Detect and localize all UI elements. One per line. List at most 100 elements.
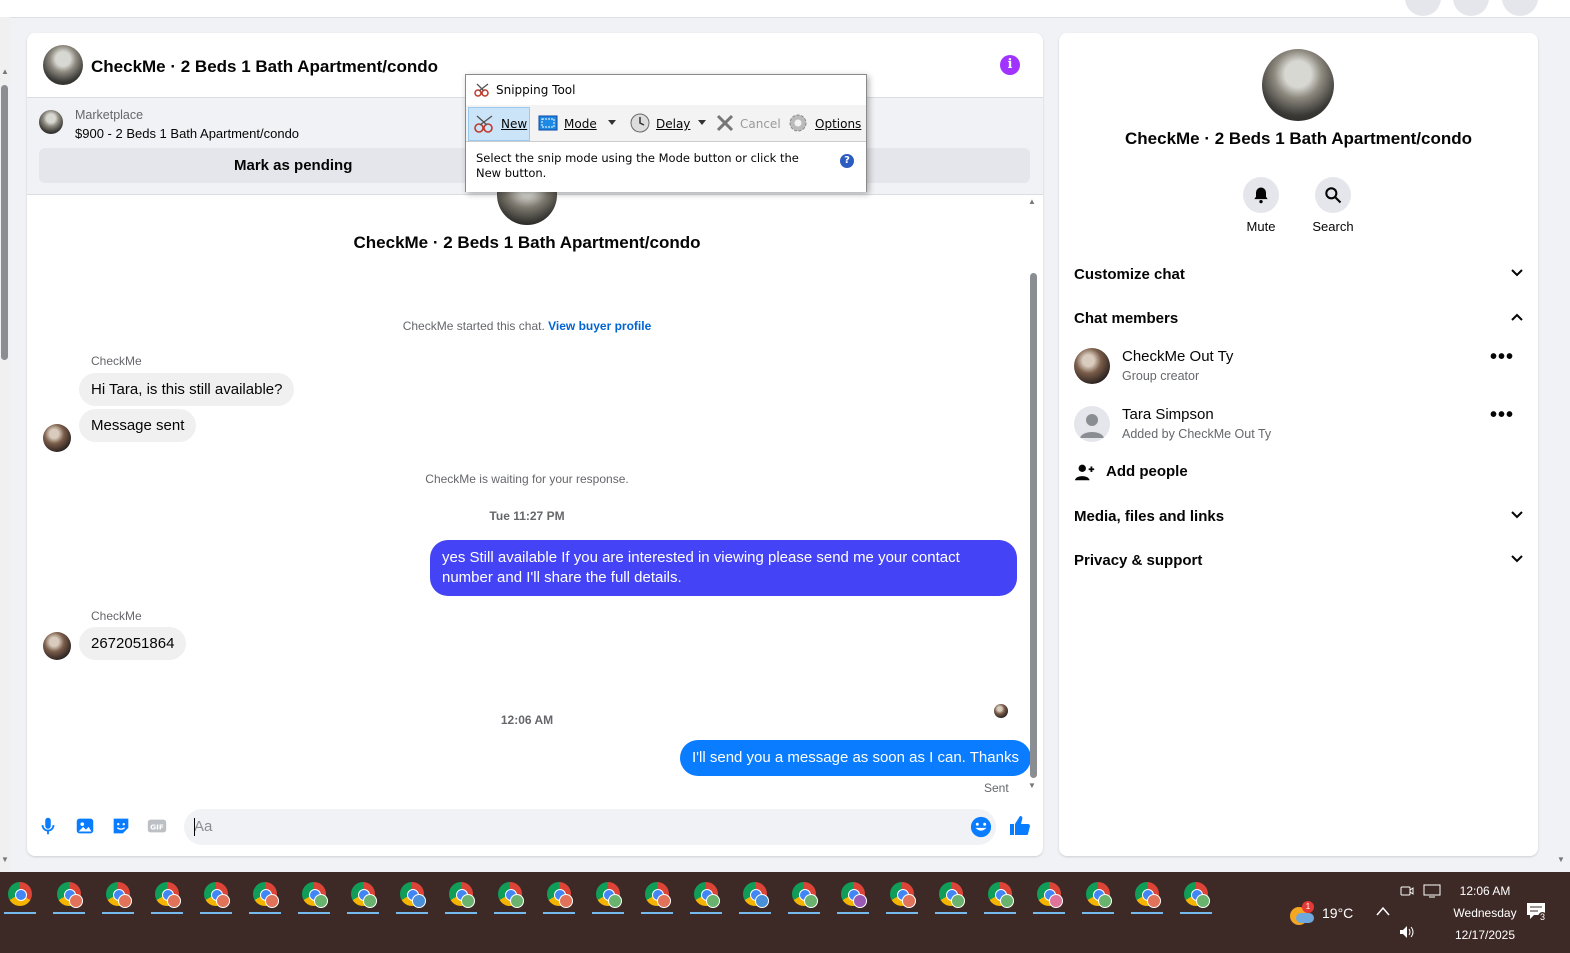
delay-button[interactable]: Delay: [628, 108, 710, 138]
chat-members-section[interactable]: Chat members: [1074, 310, 1524, 327]
microphone-icon[interactable]: [37, 815, 59, 837]
notification-center-icon[interactable]: 3: [1526, 902, 1552, 926]
sender-avatar[interactable]: [43, 632, 71, 660]
profile-avatar[interactable]: [1502, 0, 1538, 16]
taskbar-chrome-button[interactable]: [931, 880, 971, 916]
taskbar-chrome-button[interactable]: [833, 880, 873, 916]
scroll-up-arrow[interactable]: ▲: [1, 67, 9, 76]
incoming-message[interactable]: Message sent: [79, 409, 197, 442]
toolbar-button[interactable]: [1453, 0, 1489, 16]
clock-date[interactable]: 12/17/2025: [1440, 928, 1530, 942]
chevron-up-icon: [1511, 313, 1523, 321]
chat-scrollbar[interactable]: ▲ ▼: [1028, 197, 1038, 793]
scroll-down-arrow[interactable]: ▼: [1, 855, 9, 864]
panel-avatar[interactable]: [1262, 49, 1334, 121]
temperature[interactable]: 19°C: [1322, 905, 1353, 921]
taskbar-chrome-button[interactable]: [1078, 880, 1118, 916]
clock-time[interactable]: 12:06 AM: [1455, 884, 1515, 898]
new-snip-button[interactable]: New: [468, 107, 530, 141]
taskbar-chrome-button[interactable]: [196, 880, 236, 916]
chat-title[interactable]: CheckMe · 2 Beds 1 Bath Apartment/condo: [91, 57, 438, 77]
cancel-button[interactable]: Cancel: [714, 108, 781, 138]
taskbar-chrome-button[interactable]: [1176, 880, 1216, 916]
taskbar-chrome-button[interactable]: [637, 880, 677, 916]
mute-button[interactable]: Mute: [1226, 177, 1296, 234]
member-avatar[interactable]: [1074, 348, 1110, 384]
outgoing-message[interactable]: yes Still available If you are intereste…: [430, 540, 1017, 596]
help-icon[interactable]: ?: [840, 154, 854, 168]
taskbar-chrome-button[interactable]: [245, 880, 285, 916]
taskbar-chrome-button[interactable]: [686, 880, 726, 916]
weather-icon[interactable]: 1: [1288, 901, 1316, 927]
network-icon[interactable]: [1423, 884, 1441, 898]
taskbar-chrome-button[interactable]: [980, 880, 1020, 916]
media-files-section[interactable]: Media, files and links: [1074, 508, 1524, 525]
clock-day[interactable]: Wednesday: [1440, 906, 1530, 920]
volume-icon[interactable]: [1398, 924, 1416, 940]
taskbar-chrome-button[interactable]: [784, 880, 824, 916]
taskbar-chrome-button[interactable]: [441, 880, 481, 916]
running-indicator: [445, 912, 477, 914]
listing-title[interactable]: $900 - 2 Beds 1 Bath Apartment/condo: [75, 126, 299, 141]
search-label: Search: [1312, 219, 1354, 234]
member-row[interactable]: Tara Simpson Added by CheckMe Out Ty •••: [1074, 405, 1524, 446]
snipping-tool-titlebar[interactable]: Snipping Tool: [466, 75, 866, 105]
member-role: Group creator: [1122, 369, 1200, 383]
taskbar-chrome-button[interactable]: [735, 880, 775, 916]
gif-icon[interactable]: GIF: [146, 815, 168, 837]
running-indicator: [739, 912, 771, 914]
right-scroll-down-arrow[interactable]: ▼: [1557, 855, 1565, 864]
message-input[interactable]: Aa: [184, 809, 996, 845]
profile-badge-icon: [167, 894, 181, 908]
taskbar-chrome-button[interactable]: [0, 880, 40, 916]
privacy-support-section[interactable]: Privacy & support: [1074, 552, 1524, 569]
top-bar: [0, 0, 1570, 18]
chat-avatar[interactable]: [43, 45, 83, 85]
listing-thumbnail[interactable]: [39, 110, 63, 134]
scroll-thumb[interactable]: [1030, 273, 1037, 778]
search-button[interactable]: Search: [1298, 177, 1368, 234]
outgoing-message[interactable]: I'll send you a message as soon as I can…: [680, 740, 1031, 776]
view-buyer-profile-link[interactable]: View buyer profile: [548, 319, 651, 333]
emoji-icon[interactable]: [970, 816, 992, 838]
incoming-message[interactable]: 2672051864: [79, 627, 187, 660]
message-placeholder: Aa: [194, 818, 213, 835]
taskbar-chrome-button[interactable]: [1029, 880, 1069, 916]
taskbar-chrome-button[interactable]: [49, 880, 89, 916]
snipping-tool-title: Snipping Tool: [496, 83, 576, 97]
scroll-up-arrow[interactable]: ▲: [1028, 197, 1036, 206]
like-icon[interactable]: [1008, 814, 1032, 838]
options-button[interactable]: Options: [788, 108, 864, 138]
scroll-down-arrow[interactable]: ▼: [1028, 781, 1036, 790]
more-options-icon[interactable]: •••: [1490, 347, 1514, 367]
taskbar-chrome-button[interactable]: [392, 880, 432, 916]
scroll-thumb[interactable]: [1, 85, 8, 360]
taskbar-chrome-button[interactable]: [98, 880, 138, 916]
incoming-message[interactable]: Hi Tara, is this still available?: [79, 373, 295, 406]
taskbar-chrome-button[interactable]: [294, 880, 334, 916]
meet-now-icon[interactable]: [1400, 884, 1414, 898]
more-options-icon[interactable]: •••: [1490, 405, 1514, 425]
taskbar-chrome-button[interactable]: [539, 880, 579, 916]
sender-avatar[interactable]: [43, 424, 71, 452]
taskbar-chrome-button[interactable]: [490, 880, 530, 916]
info-icon[interactable]: i: [1000, 55, 1020, 75]
sender-name: CheckMe: [91, 354, 142, 368]
taskbar-chrome-button[interactable]: [882, 880, 922, 916]
taskbar-chrome-button[interactable]: [1127, 880, 1167, 916]
member-row[interactable]: CheckMe Out Ty Group creator •••: [1074, 347, 1524, 388]
page-scrollbar[interactable]: ▲ ▼: [0, 17, 10, 872]
member-avatar[interactable]: [1074, 406, 1110, 442]
customize-chat-section[interactable]: Customize chat: [1074, 266, 1524, 283]
toolbar-button[interactable]: [1405, 0, 1441, 16]
taskbar-chrome-button[interactable]: [147, 880, 187, 916]
sticker-icon[interactable]: [110, 815, 132, 837]
mute-label: Mute: [1246, 219, 1276, 234]
photo-icon[interactable]: [74, 815, 96, 837]
mode-button[interactable]: Mode: [536, 108, 620, 138]
running-indicator: [396, 912, 428, 914]
taskbar-chrome-button[interactable]: [588, 880, 628, 916]
chevron-up-icon[interactable]: [1376, 906, 1390, 916]
taskbar-chrome-button[interactable]: [343, 880, 383, 916]
dropdown-arrow-icon: [698, 120, 706, 125]
